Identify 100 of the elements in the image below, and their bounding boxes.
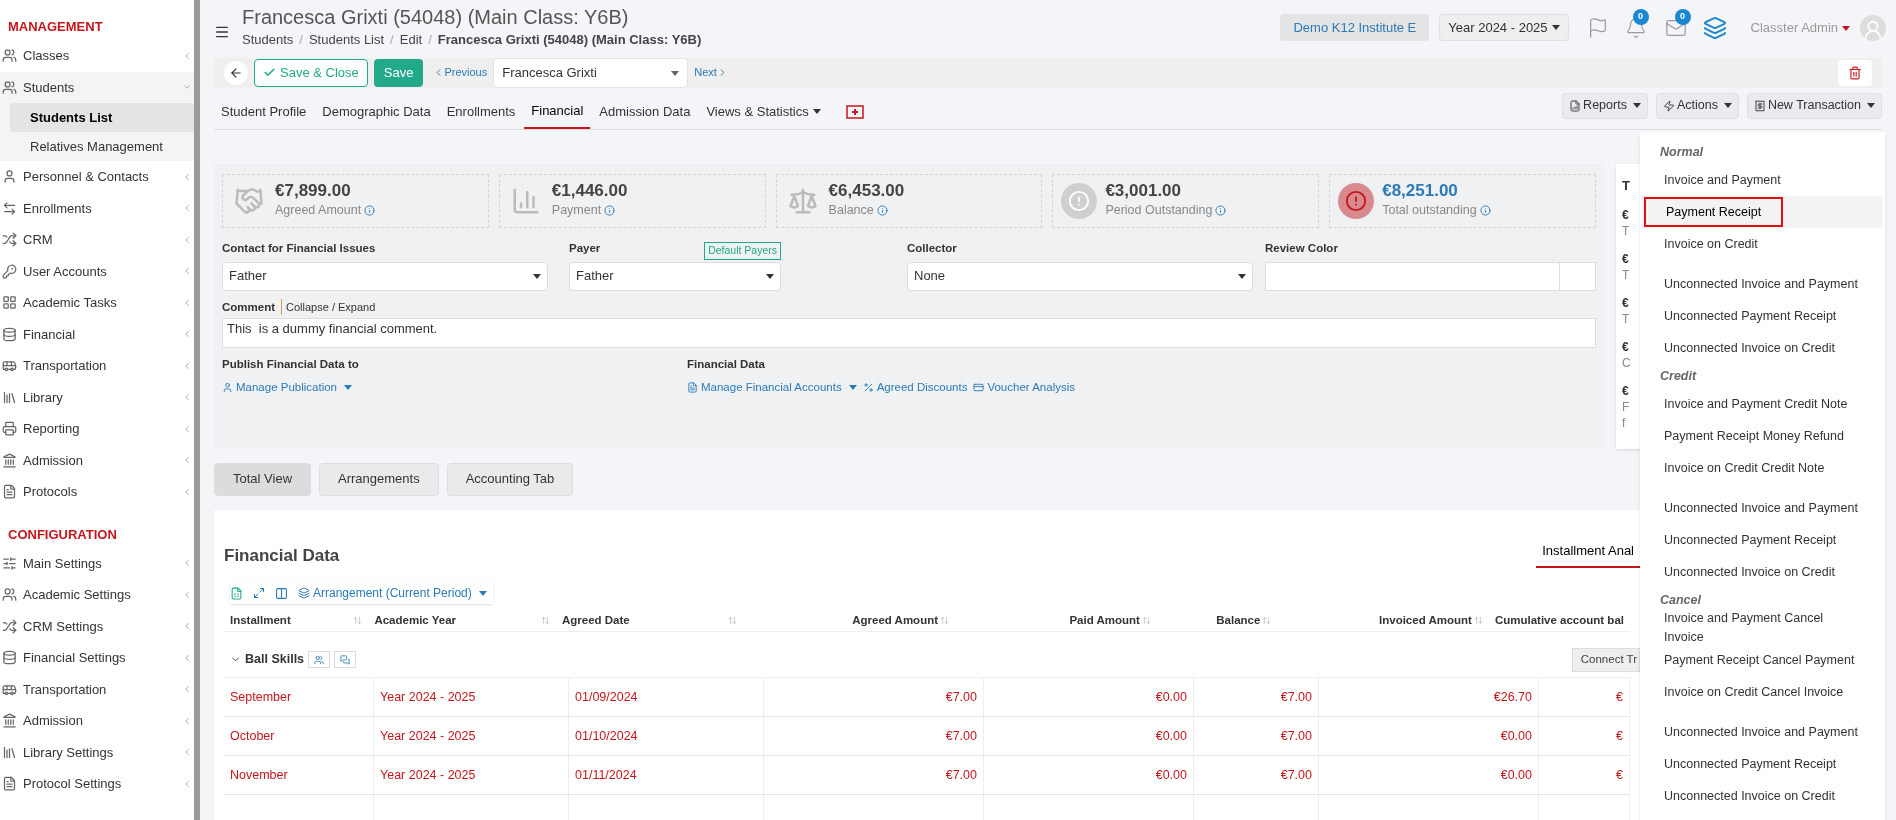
menu-item[interactable]: Payment Receipt Cancel Payment <box>1642 644 1883 676</box>
column-header[interactable]: Invoiced Amount <box>1277 611 1489 630</box>
sidebar-item[interactable]: Academic Tasks <box>0 287 194 319</box>
menu-item[interactable]: Unconnected Invoice on Credit <box>1642 780 1883 812</box>
tab[interactable]: Demographic Data <box>315 94 438 129</box>
previous-link[interactable]: Previous <box>433 64 488 81</box>
info-icon[interactable] <box>1215 205 1227 216</box>
menu-icon[interactable] <box>214 24 230 40</box>
back-button[interactable] <box>224 60 248 85</box>
sidebar-subitem[interactable]: Relatives Management <box>10 132 194 161</box>
view-tab[interactable]: Arrangements <box>319 462 439 496</box>
sidebar-item[interactable]: Transportation <box>0 673 194 705</box>
sidebar-item[interactable]: User Accounts <box>0 255 194 287</box>
table-cell-text: 01/09/2024 <box>575 688 638 706</box>
column-header[interactable]: Installment <box>224 611 369 630</box>
sidebar-item[interactable]: Library <box>0 381 194 413</box>
sidebar-item[interactable]: Classes <box>0 40 194 72</box>
sidebar-item[interactable]: CRM <box>0 224 194 256</box>
sidebar-item[interactable]: CRM Settings <box>0 610 194 642</box>
sidebar-item[interactable]: Transportation <box>0 350 194 382</box>
menu-item[interactable]: Unconnected Payment Receipt <box>1642 524 1883 556</box>
menu-item[interactable]: Unconnected Invoice and Payment <box>1642 268 1883 300</box>
financial-link[interactable]: Voucher Analysis <box>973 379 1075 397</box>
chevron-icon <box>182 266 192 277</box>
sidebar-subitem[interactable]: Students List <box>10 103 194 132</box>
view-tab[interactable]: Total View <box>214 462 311 496</box>
first-aid-icon[interactable] <box>845 104 864 119</box>
sidebar-item[interactable]: Enrollments <box>0 192 194 224</box>
connect-button[interactable]: Connect Tr <box>1571 647 1640 672</box>
sidebar-item[interactable]: Protocols <box>0 476 194 508</box>
info-icon[interactable] <box>364 205 376 216</box>
sidebar-item[interactable]: Financial <box>0 318 194 350</box>
stat-value: €7,899.00 <box>275 181 352 202</box>
sidebar-item[interactable]: Financial Settings <box>0 642 194 674</box>
menu-item[interactable]: Invoice and Payment Credit Note <box>1642 388 1883 420</box>
breadcrumb-link[interactable]: Edit <box>399 30 423 50</box>
next-link[interactable]: Next <box>694 64 728 81</box>
column-header[interactable]: Balance <box>1156 611 1278 630</box>
collapse-expand-link[interactable]: Collapse / Expand <box>281 298 376 316</box>
tab[interactable]: Financial <box>524 94 591 129</box>
student-select[interactable]: Francesca Grixti <box>493 57 689 88</box>
sidebar-item[interactable]: Personnel & Contacts <box>0 161 194 193</box>
members-button[interactable] <box>308 651 331 668</box>
menu-item[interactable]: Unconnected Invoice on Credit <box>1642 556 1883 588</box>
breadcrumb-link[interactable]: Students List <box>308 30 385 50</box>
action-dropdown[interactable]: New Transaction <box>1746 92 1882 119</box>
info-icon[interactable] <box>876 205 888 216</box>
color-field[interactable] <box>1265 261 1596 291</box>
sidebar-item[interactable]: Protocol Settings <box>0 768 194 800</box>
menu-item[interactable]: Unconnected Invoice and Payment <box>1642 716 1883 748</box>
sidebar-item[interactable]: Library Settings <box>0 736 194 768</box>
breadcrumb-link[interactable]: Students <box>242 30 294 50</box>
action-dropdown[interactable]: Actions <box>1655 92 1739 119</box>
select-field[interactable]: None <box>907 261 1253 291</box>
financial-link[interactable]: Manage Financial Accounts <box>687 379 857 397</box>
menu-item[interactable]: Invoice and Payment <box>1642 164 1883 196</box>
view-tab[interactable]: Accounting Tab <box>446 462 574 496</box>
tab[interactable]: Student Profile <box>214 94 314 129</box>
tab[interactable]: Views & Statistics <box>699 94 828 129</box>
info-icon[interactable] <box>1479 205 1491 216</box>
column-header[interactable]: Paid Amount <box>955 611 1157 630</box>
columns-icon[interactable] <box>275 586 288 600</box>
menu-item[interactable]: Invoice on Credit Credit Note <box>1642 452 1883 484</box>
year-select[interactable]: Year 2024 - 2025 <box>1439 14 1569 41</box>
menu-item[interactable]: Payment Receipt <box>1642 196 1883 228</box>
comments-button[interactable] <box>334 651 357 668</box>
menu-item[interactable]: Invoice and Payment Cancel Invoice <box>1642 612 1883 644</box>
sidebar-item[interactable]: Main Settings <box>0 547 194 579</box>
tab[interactable]: Admission Data <box>592 94 698 129</box>
sidebar-item[interactable]: Students <box>0 71 194 103</box>
arrangement-dropdown[interactable]: Arrangement (Current Period) <box>298 584 487 602</box>
menu-item[interactable]: Payment Receipt Money Refund <box>1642 420 1883 452</box>
menu-item[interactable]: Unconnected Payment Receipt <box>1642 300 1883 332</box>
action-dropdown[interactable]: Reports <box>1562 92 1648 119</box>
tab[interactable]: Enrollments <box>439 94 523 129</box>
column-header[interactable]: Academic Year <box>368 611 556 630</box>
menu-item[interactable]: Unconnected Invoice and Payment <box>1642 492 1883 524</box>
financial-link[interactable]: Agreed Discounts <box>862 379 968 397</box>
sidebar-item[interactable]: Admission <box>0 444 194 476</box>
layers-plus-icon[interactable] <box>1702 15 1727 40</box>
comment-field[interactable]: This is a dummy financial comment. <box>222 317 1596 348</box>
column-header[interactable]: Agreed Date <box>555 611 744 630</box>
column-header[interactable]: Cumulative account bal <box>1488 611 1630 630</box>
excel-icon[interactable] <box>230 586 243 600</box>
table-cell-text: Year 2024 - 2025 <box>380 766 476 784</box>
sidebar-item[interactable]: Academic Settings <box>0 579 194 611</box>
column-header[interactable]: Agreed Amount <box>743 611 955 630</box>
menu-item[interactable]: Unconnected Invoice on Credit <box>1642 332 1883 364</box>
institute-button[interactable]: Demo K12 Institute E <box>1280 14 1430 41</box>
manage-publication-link[interactable]: Manage Publication <box>222 379 687 397</box>
sidebar-item[interactable]: Reporting <box>0 413 194 445</box>
menu-item[interactable]: Invoice on Credit Cancel Invoice <box>1642 676 1883 708</box>
select-field[interactable]: Father <box>222 261 548 291</box>
expand-icon[interactable] <box>253 587 265 599</box>
sidebar-item[interactable]: Admission <box>0 705 194 737</box>
info-icon[interactable] <box>604 205 616 216</box>
select-field[interactable]: Father <box>569 261 781 291</box>
menu-item[interactable]: Invoice on Credit <box>1642 228 1883 260</box>
delete-button[interactable] <box>1838 59 1872 86</box>
menu-item[interactable]: Unconnected Payment Receipt <box>1642 748 1883 780</box>
